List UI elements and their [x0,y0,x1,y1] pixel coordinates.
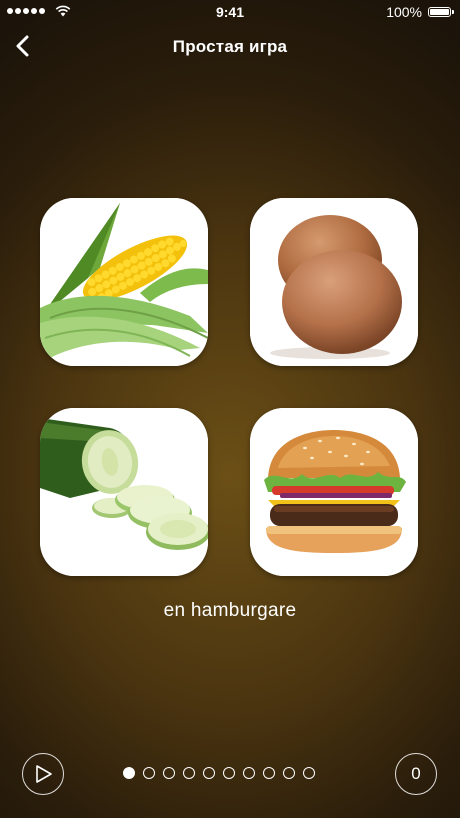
play-audio-button[interactable] [22,753,64,795]
answer-card-corn[interactable] [40,198,208,366]
corn-image [40,198,208,366]
progress-dot[interactable] [263,767,275,779]
progress-dot[interactable] [143,767,155,779]
progress-dot[interactable] [243,767,255,779]
page-title: Простая игра [172,37,288,56]
progress-dots [123,767,315,779]
progress-dot[interactable] [203,767,215,779]
cucumber-image [40,408,208,576]
battery-percentage: 100% [386,4,422,20]
play-icon [36,765,52,783]
answer-card-eggs[interactable] [250,198,418,366]
progress-dot[interactable] [163,767,175,779]
progress-dot[interactable] [303,767,315,779]
hamburger-image [250,408,418,576]
target-word: en hamburgare [163,600,297,621]
progress-dot[interactable] [123,767,135,779]
status-bar: 9:41 100% [0,0,460,24]
eggs-image [250,198,418,366]
progress-dot[interactable] [223,767,235,779]
progress-dot[interactable] [283,767,295,779]
answer-card-hamburger[interactable] [250,408,418,576]
answer-card-cucumber[interactable] [40,408,208,576]
battery-icon [428,7,454,17]
progress-dot[interactable] [183,767,195,779]
score-counter: 0 [395,753,437,795]
navigation-bar: Простая игра [0,24,460,68]
